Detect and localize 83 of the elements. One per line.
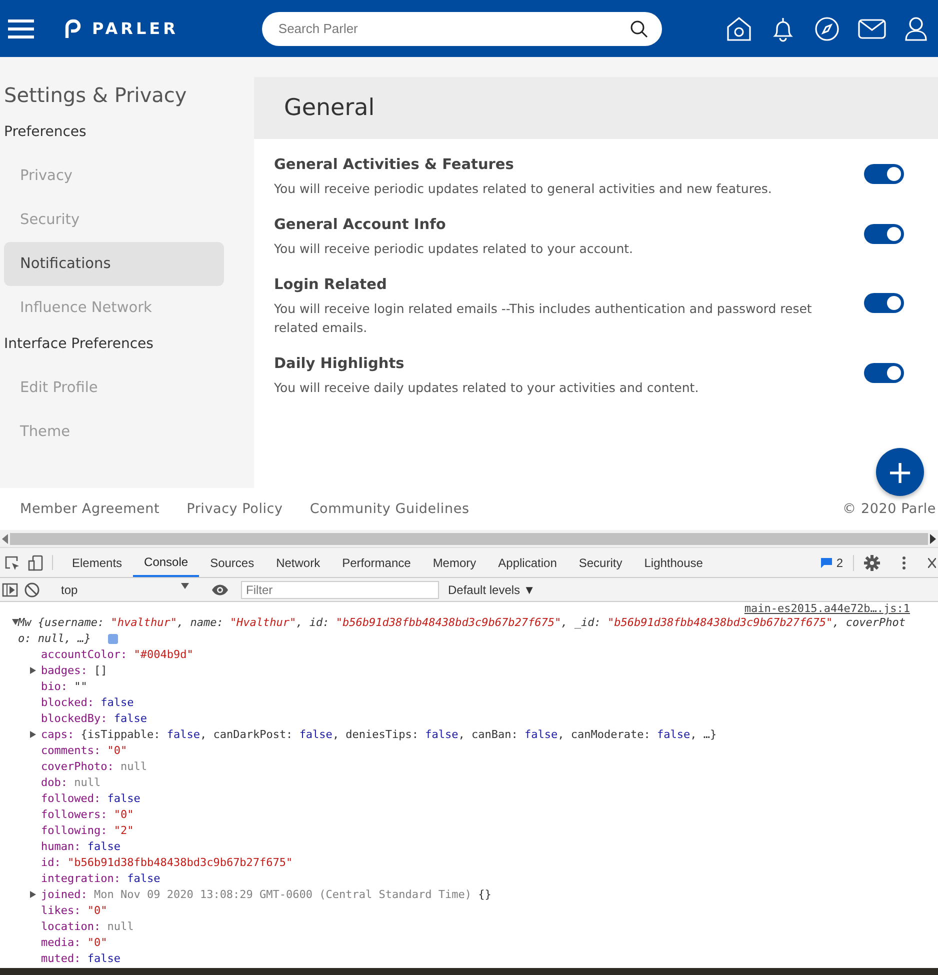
setting-title: General Activities & Features (274, 157, 515, 173)
setting-description: You will receive daily updates related to your activities and content. (274, 379, 700, 397)
context-select[interactable]: top (57, 582, 199, 596)
setting-description: You will receive login related emails --This includes authentication and password reset related emails. (274, 300, 813, 337)
page-title: Settings & Privacy (4, 83, 188, 107)
property-line[interactable]: joined: Mon Nov 09 2020 13:08:29 GMT-0600 (Central Standard Time) {} (41, 888, 492, 901)
object-summary[interactable]: Mw {username: "hvalthur", name: "Hvalthur", id: "b56b91d38fbb48438bd3c9b67b27f675", _id: "b56b91d38fbb48438bd3c9b67b27f675", coverPhoto: null, …} (18, 615, 918, 647)
property-line: following: "2" (41, 824, 134, 837)
property-line: blockedBy: false (41, 712, 147, 725)
devtools-tab[interactable]: Sources (199, 548, 266, 577)
settings-icon[interactable] (864, 554, 880, 570)
property-line: id: "b56b91d38fbb48438bd3c9b67b27f675" (41, 856, 293, 869)
setting-description: You will receive periodic updates related to your account. (274, 240, 634, 258)
devtools-tab[interactable]: Network (265, 548, 332, 577)
scroll-right-icon[interactable] (930, 534, 936, 544)
property-line: accountColor: "#004b9d" (41, 648, 194, 661)
property-line: dob: null (41, 776, 101, 789)
toggle-switch[interactable] (864, 224, 904, 244)
section-heading: Interface Preferences (4, 336, 154, 352)
panel-title: General (254, 77, 938, 139)
setting-title: Daily Highlights (274, 356, 406, 372)
user-icon[interactable] (904, 16, 928, 42)
dropdown-icon (181, 582, 189, 588)
devtools-tab[interactable]: Lighthouse (633, 548, 714, 577)
message-count: 2 (836, 556, 843, 570)
property-line: integration: false (41, 872, 160, 885)
section-heading: Preferences (4, 124, 88, 140)
bell-icon[interactable] (770, 16, 796, 42)
property-line: comments: "0" (41, 744, 128, 757)
property-line: likes: "0" (41, 904, 108, 917)
toggle-switch[interactable] (864, 293, 904, 313)
eye-icon[interactable] (212, 584, 228, 596)
levels-dropdown[interactable]: Default levels ▼ (448, 582, 536, 596)
logo-icon (64, 18, 82, 38)
property-line: human: false (41, 840, 120, 853)
expanded-arrow-icon[interactable] (12, 619, 19, 625)
property-line: blocked: false (41, 696, 134, 709)
compass-icon[interactable] (814, 16, 840, 42)
toggle-switch[interactable] (864, 164, 904, 184)
property-line[interactable]: caps: {isTippable: false, canDarkPost: false, deniesTips: false, canBan: false, canModerate: false, …} (41, 728, 717, 741)
property-line: muted: false (41, 952, 120, 965)
setting-description: You will receive periodic updates related to general activities and new features. (274, 180, 773, 198)
device-icon[interactable] (28, 554, 44, 570)
footer-link[interactable]: Community Guidelines (310, 501, 470, 517)
clear-console-icon[interactable] (24, 582, 40, 598)
property-line: coverPhoto: null (41, 760, 147, 773)
horizontal-scrollbar[interactable] (0, 530, 938, 547)
menu-icon[interactable] (8, 18, 34, 38)
inspect-icon[interactable] (4, 554, 20, 570)
devtools-tab[interactable]: Performance (331, 548, 422, 577)
collapsed-arrow-icon[interactable] (30, 891, 36, 898)
sidebar-toggle-icon[interactable] (2, 582, 18, 596)
more-icon[interactable] (902, 556, 906, 570)
copyright-text: © 2020 Parle (842, 501, 936, 517)
property-line: bio: "" (41, 680, 88, 693)
source-link[interactable]: main-es2015.a44e72b….js:1 (744, 602, 910, 615)
devtools-tab[interactable]: Elements (61, 548, 134, 577)
scroll-left-icon[interactable] (2, 534, 8, 544)
search-field[interactable]: Search Parler (262, 12, 662, 46)
logo-text: PARLER (92, 19, 178, 38)
close-icon[interactable] (928, 558, 936, 568)
info-icon (108, 634, 118, 644)
collapsed-arrow-icon[interactable] (30, 667, 36, 674)
devtools-tab[interactable]: Security (568, 548, 634, 577)
setting-title: General Account Info (274, 217, 447, 233)
message-icon[interactable] (821, 557, 832, 568)
property-line: location: null (41, 920, 134, 933)
toggle-switch[interactable] (864, 362, 904, 382)
home-icon[interactable] (726, 16, 752, 42)
property-line: media: "0" (41, 936, 108, 949)
filter-field[interactable]: Filter (241, 580, 439, 598)
sidebar-item[interactable]: Notifications (4, 242, 224, 286)
devtools-tab[interactable]: Application (487, 548, 568, 577)
collapsed-arrow-icon[interactable] (30, 731, 36, 738)
footer-link[interactable]: Privacy Policy (186, 501, 283, 517)
mail-icon[interactable] (858, 18, 886, 40)
search-icon[interactable] (630, 20, 648, 38)
devtools-tab[interactable]: Memory (422, 548, 488, 577)
property-line: followers: "0" (41, 808, 134, 821)
footer-link[interactable]: Member Agreement (20, 501, 160, 517)
setting-title: Login Related (274, 277, 388, 293)
property-line[interactable]: badges: [] (41, 664, 108, 677)
property-line: followed: false (41, 792, 140, 805)
